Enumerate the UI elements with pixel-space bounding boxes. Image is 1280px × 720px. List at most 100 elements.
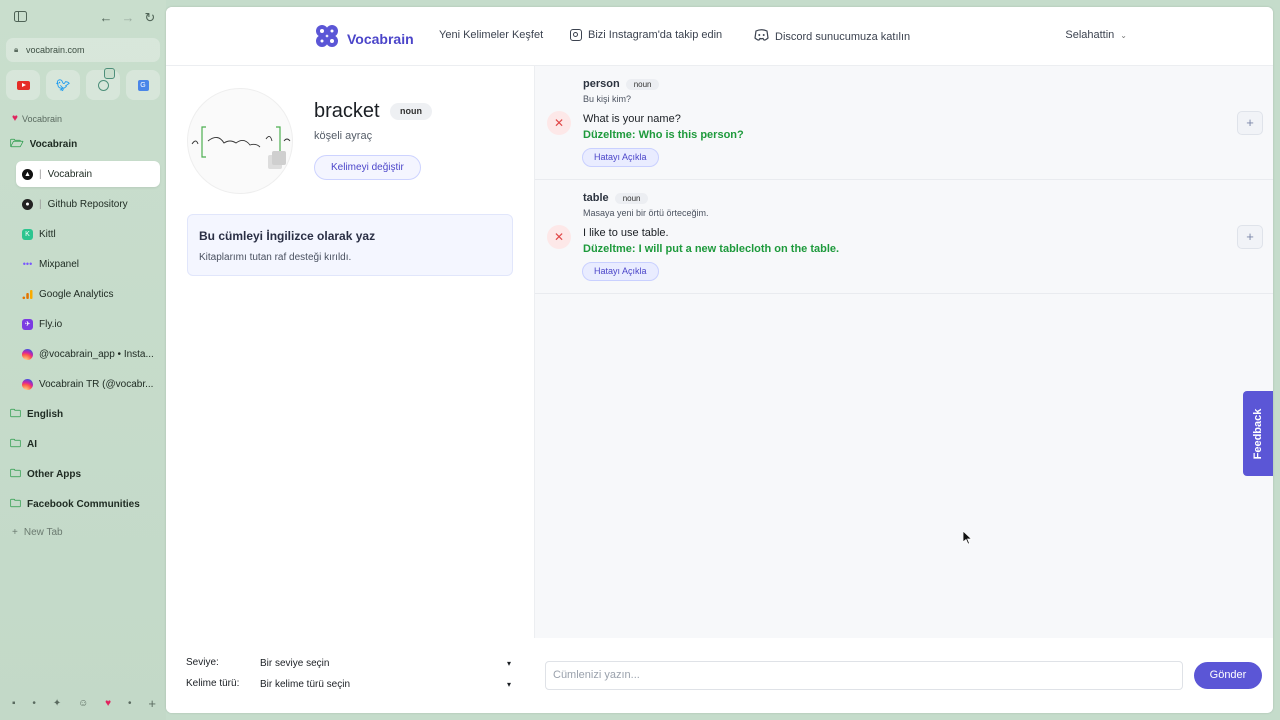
pinned-tab-youtube[interactable] xyxy=(6,70,40,100)
forward-arrow-icon[interactable]: → xyxy=(120,10,136,26)
badge-icon xyxy=(104,68,115,79)
sidebar-toolbar: ← → ↻ xyxy=(12,10,158,28)
archive-icon[interactable]: ▪ xyxy=(12,698,16,709)
space-dot-icon[interactable]: • xyxy=(32,698,36,709)
add-space-icon[interactable]: + xyxy=(148,696,156,711)
heart-icon: ♥ xyxy=(12,113,18,124)
instagram-outline-icon xyxy=(570,29,582,41)
new-tab-button[interactable]: + New Tab xyxy=(12,527,63,538)
reload-icon[interactable]: ↻ xyxy=(142,10,158,26)
plus-icon: + xyxy=(1246,115,1254,130)
tab-instagram-1[interactable]: @vocabrain_app • Insta... xyxy=(16,341,160,367)
folder-icon: 🗀︎ xyxy=(10,407,21,420)
sidebar-footer: ▪ • ✦ ☺ ♥ • + xyxy=(12,696,156,711)
tab-google-analytics[interactable]: Google Analytics xyxy=(16,281,160,307)
chevron-down-icon: ⌄ xyxy=(1120,30,1127,40)
tab-kittl[interactable]: K Kittl xyxy=(16,221,160,247)
add-button[interactable]: + xyxy=(1237,111,1263,135)
folder-facebook-communities[interactable]: 🗀︎ Facebook Communities xyxy=(8,491,160,517)
url-bar[interactable]: 🔒︎ vocabrain.com xyxy=(6,38,160,62)
youtube-icon xyxy=(16,80,30,90)
tab-label: Vocabrain TR (@vocabr... xyxy=(39,378,154,390)
entry-pos-badge: noun xyxy=(625,78,660,90)
brain-logo-icon xyxy=(313,22,341,55)
tab-instagram-2[interactable]: Vocabrain TR (@vocabr... xyxy=(16,371,160,397)
word-panel: bracket noun köşeli ayraç Kelimeyi değiş… xyxy=(166,66,534,638)
twitter-icon: 🐦︎ xyxy=(56,79,70,92)
translate-icon: G xyxy=(137,79,149,91)
lock-icon: 🔒︎ xyxy=(14,45,19,54)
nav-discover-label: Yeni Kelimeler Keşfet xyxy=(439,29,544,41)
word-type-select[interactable]: Bir kelime türü seçin ▾ xyxy=(260,676,513,692)
space-dot-icon[interactable]: • xyxy=(128,698,132,709)
tab-label: Vocabrain xyxy=(47,168,93,180)
nav-discord-link[interactable]: Discord sunucumuza katılın xyxy=(754,29,910,44)
vocabrain-favicon-icon: ▲ xyxy=(22,168,33,180)
tab-label: Mixpanel xyxy=(39,258,80,270)
instagram-icon xyxy=(22,378,33,390)
tab-github[interactable]: ● | Github Repository xyxy=(16,191,160,217)
chevron-down-icon: ▾ xyxy=(506,658,511,668)
tab-label: Kittl xyxy=(39,228,56,240)
sidebar-toggle-icon[interactable] xyxy=(12,10,28,26)
tab-separator: | xyxy=(39,168,42,180)
entry-word-row: person noun xyxy=(583,78,660,90)
folder-ai[interactable]: 🗀︎ AI xyxy=(8,431,160,457)
nav-discord-label: Discord sunucumuza katılın xyxy=(775,30,911,43)
level-select[interactable]: Bir seviye seçin ▾ xyxy=(260,655,513,671)
pinned-tab-translate[interactable]: G xyxy=(126,70,160,100)
web-page: Vocabrain Yeni Kelimeler Keşfet Bizi Ins… xyxy=(166,7,1273,713)
space-label: ♥ Vocabrain xyxy=(12,113,62,124)
pinned-tab-twitter[interactable]: 🐦︎ xyxy=(46,70,80,100)
instagram-icon xyxy=(22,348,33,360)
folder-vocabrain[interactable]: 🗁︎ Vocabrain xyxy=(8,131,160,157)
tab-mixpanel[interactable]: ••• Mixpanel xyxy=(16,251,160,277)
brand-logo[interactable]: Vocabrain xyxy=(313,22,414,55)
chat-icon xyxy=(97,79,109,91)
level-label: Seviye: xyxy=(186,657,219,668)
entry-correction: Düzeltme: Who is this person? xyxy=(583,129,744,141)
folder-english[interactable]: 🗀︎ English xyxy=(8,401,160,427)
user-menu[interactable]: Selahattin ⌄ xyxy=(1065,29,1127,41)
space-icon[interactable]: ☺ xyxy=(78,698,88,709)
browser-sidebar: ← → ↻ 🔒︎ vocabrain.com 🐦︎ G ♥ Vocabrain … xyxy=(0,0,166,720)
pinned-tab-chat[interactable] xyxy=(86,68,120,100)
task-card: Bu cümleyi İngilizce olarak yaz Kitaplar… xyxy=(187,214,513,276)
task-title: Bu cümleyi İngilizce olarak yaz xyxy=(199,229,376,243)
feedback-tab[interactable]: Feedback xyxy=(1243,391,1273,476)
part-of-speech-badge: noun xyxy=(390,103,432,120)
nav-instagram-link[interactable]: Bizi Instagram'da takip edin xyxy=(570,29,722,41)
word-translation: köşeli ayraç xyxy=(314,130,373,142)
tab-label: Google Analytics xyxy=(39,288,114,300)
entry-sentence: What is your name? xyxy=(583,113,681,125)
feedback-label: Feedback xyxy=(1252,408,1264,459)
send-button[interactable]: Gönder xyxy=(1194,662,1262,689)
tab-label: @vocabrain_app • Insta... xyxy=(39,348,154,360)
entry-word: person xyxy=(583,78,620,90)
word-type-label: Kelime türü: xyxy=(186,678,240,689)
word-title: bracket xyxy=(314,100,380,122)
add-button[interactable]: + xyxy=(1237,225,1263,249)
folder-other-apps[interactable]: 🗀︎ Other Apps xyxy=(8,461,160,487)
tab-flyio[interactable]: ✈ Fly.io xyxy=(16,311,160,337)
nav-discover-link[interactable]: Yeni Kelimeler Keşfet xyxy=(439,29,543,41)
url-text: vocabrain.com xyxy=(26,45,85,55)
entry-correction: Düzeltme: I will put a new tablecloth on… xyxy=(583,243,840,255)
explain-error-button[interactable]: Hatayı Açıkla xyxy=(582,262,659,281)
folder-icon: 🗀︎ xyxy=(10,467,21,480)
entry-translation: Bu kişi kim? xyxy=(583,94,632,104)
space-icon[interactable]: ✦ xyxy=(53,698,61,709)
heart-space-icon[interactable]: ♥ xyxy=(105,698,111,709)
entry-sentence: I like to use table. xyxy=(583,227,669,239)
change-word-button[interactable]: Kelimeyi değiştir xyxy=(314,155,421,180)
github-icon: ● xyxy=(22,198,33,210)
tab-vocabrain[interactable]: ▲ | Vocabrain xyxy=(16,161,160,187)
folder-icon: 🗀︎ xyxy=(10,437,21,450)
folder-icon: 🗀︎ xyxy=(10,497,21,510)
explain-error-button[interactable]: Hatayı Açıkla xyxy=(582,148,659,167)
analytics-icon xyxy=(22,289,33,300)
composer-bar: Seviye: Bir seviye seçin ▾ Kelime türü: … xyxy=(166,638,1273,713)
plus-icon: + xyxy=(12,527,18,538)
back-arrow-icon[interactable]: ← xyxy=(98,10,114,26)
sentence-input[interactable]: Cümlenizi yazın... xyxy=(545,661,1183,690)
